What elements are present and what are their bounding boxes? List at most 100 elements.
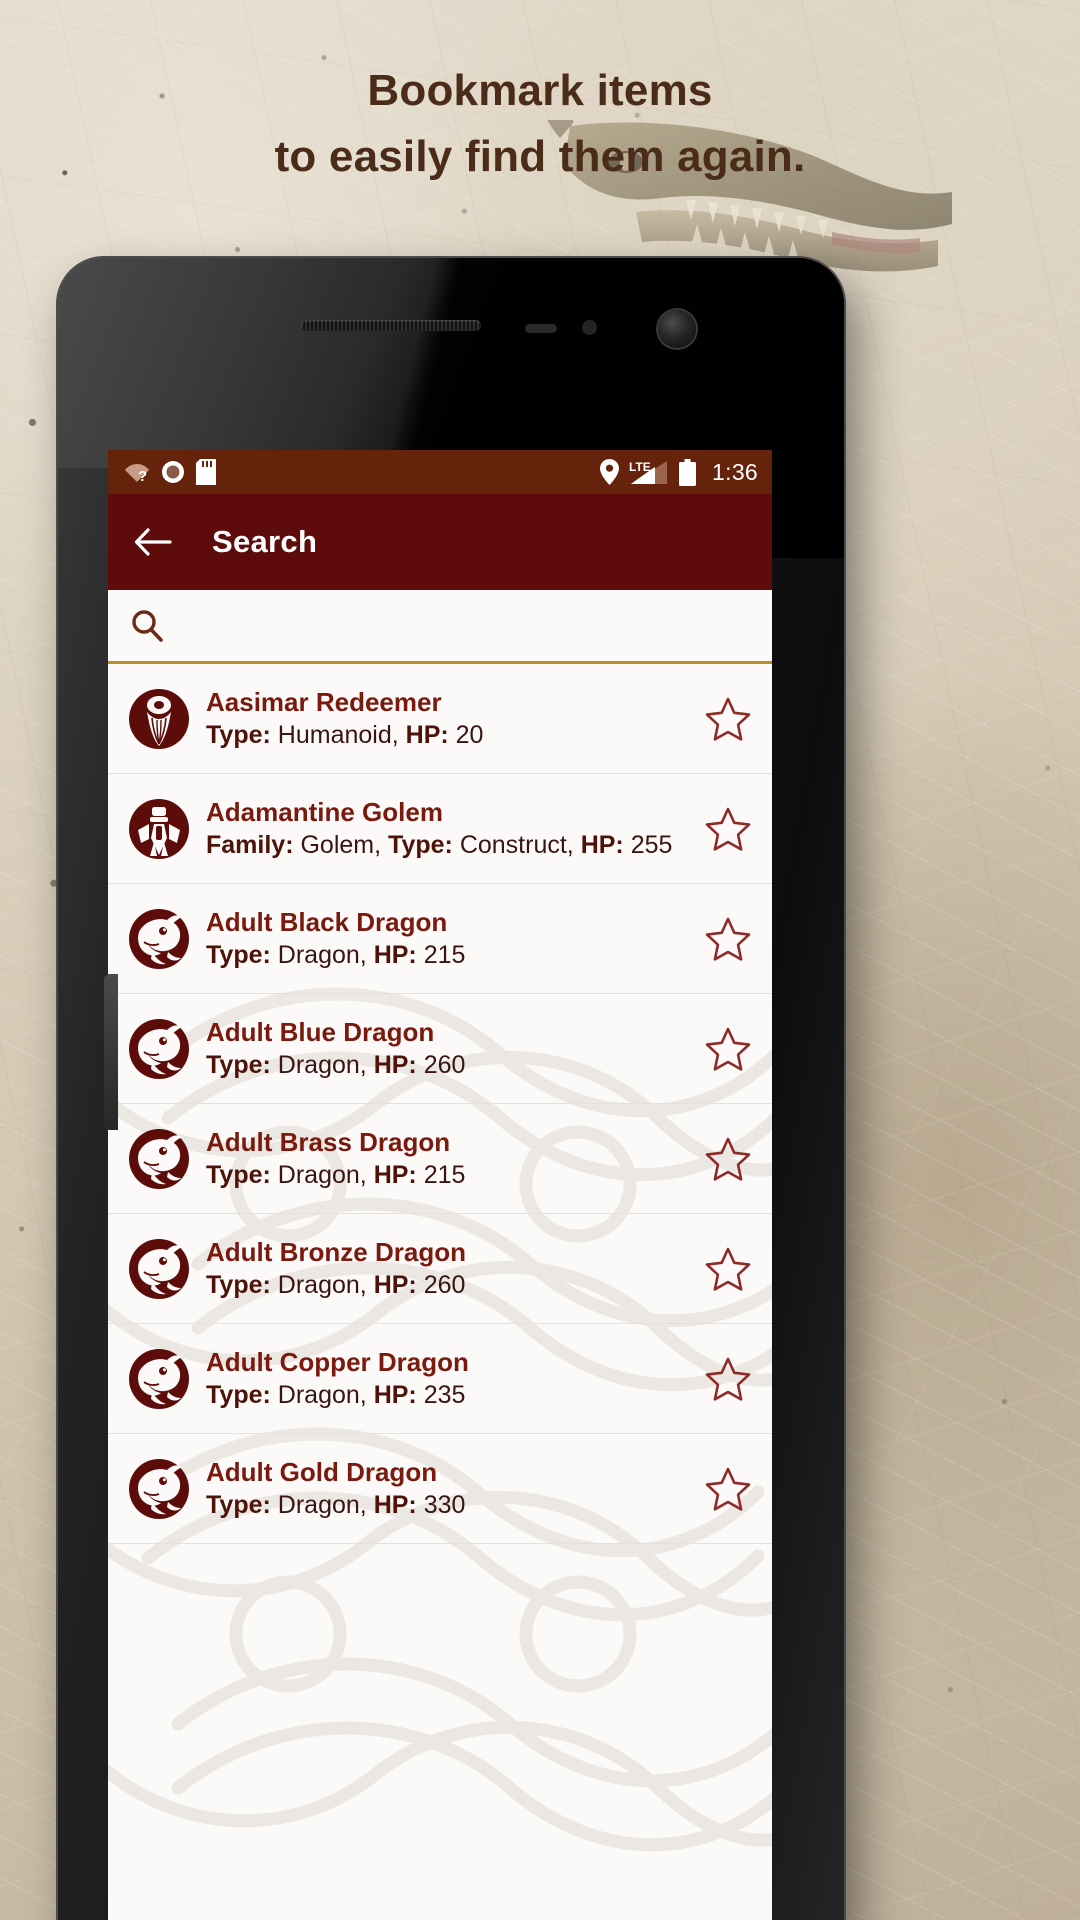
stat-label: Type:: [206, 940, 271, 969]
bookmark-star-icon[interactable]: [702, 803, 754, 855]
stat-label: Type:: [206, 1160, 271, 1189]
proximity-sensor-icon: [525, 324, 557, 333]
stat-label: HP:: [580, 830, 624, 859]
golem-emblem: [128, 798, 190, 860]
record-circle-icon: [162, 461, 184, 483]
page-title: Search: [212, 524, 318, 559]
stat-label: Type:: [206, 1270, 271, 1299]
stat-value: Dragon: [277, 1270, 360, 1299]
svg-text:?: ?: [138, 468, 147, 483]
row-text-block: Adult Black Dragon Type: Dragon, HP: 215: [206, 907, 692, 971]
stat-value: 260: [423, 1270, 466, 1299]
stat-value: 255: [630, 830, 673, 859]
stat-label: Type:: [206, 1050, 271, 1079]
row-text-block: Adult Copper Dragon Type: Dragon, HP: 235: [206, 1347, 692, 1411]
dragon-emblem: [128, 1128, 190, 1190]
stat-label: HP:: [373, 1490, 417, 1519]
dragon-emblem: [128, 1018, 190, 1080]
headline-line-2: to easily find them again.: [274, 132, 806, 181]
back-arrow-icon[interactable]: [134, 527, 172, 557]
table-row[interactable]: Adult Blue Dragon Type: Dragon, HP: 260: [108, 994, 772, 1104]
promo-headline: Bookmark items to easily find them again…: [0, 58, 1080, 190]
phone-mockup: ? LTE 1:36 Search Aasimar Redeemer Type:…: [58, 258, 844, 1920]
dragon-emblem: [128, 1348, 190, 1410]
row-text-block: Adult Bronze Dragon Type: Dragon, HP: 260: [206, 1237, 692, 1301]
creature-name: Adult Blue Dragon: [206, 1016, 435, 1047]
bookmark-star-icon[interactable]: [702, 1023, 754, 1075]
stat-label: Family:: [206, 830, 294, 859]
table-row[interactable]: Aasimar Redeemer Type: Humanoid, HP: 20: [108, 664, 772, 774]
search-results-list: Aasimar Redeemer Type: Humanoid, HP: 20 A…: [108, 664, 772, 1920]
stat-label: HP:: [405, 720, 449, 749]
row-text-block: Aasimar Redeemer Type: Humanoid, HP: 20: [206, 687, 692, 751]
dragon-emblem: [128, 1458, 190, 1520]
creature-stats: Type: Dragon, HP: 330: [206, 1490, 466, 1519]
creature-stats: Type: Humanoid, HP: 20: [206, 720, 484, 749]
stat-value: Dragon: [277, 1160, 360, 1189]
lte-label: LTE: [629, 460, 651, 474]
creature-stats: Type: Dragon, HP: 235: [206, 1380, 466, 1409]
stat-value: 215: [423, 940, 466, 969]
stat-label: Type:: [206, 1380, 271, 1409]
aasimar-emblem: [128, 688, 190, 750]
bookmark-star-icon[interactable]: [702, 1353, 754, 1405]
bookmark-star-icon[interactable]: [702, 1463, 754, 1515]
light-sensor-icon: [582, 320, 597, 335]
row-text-block: Adult Blue Dragon Type: Dragon, HP: 260: [206, 1017, 692, 1081]
volume-button[interactable]: [104, 974, 118, 1130]
stat-label: HP:: [373, 1160, 417, 1189]
stat-value: Humanoid: [277, 720, 392, 749]
stat-value: Dragon: [277, 1490, 360, 1519]
table-row[interactable]: Adult Brass Dragon Type: Dragon, HP: 215: [108, 1104, 772, 1214]
stat-label: HP:: [373, 1050, 417, 1079]
table-row[interactable]: Adult Gold Dragon Type: Dragon, HP: 330: [108, 1434, 772, 1544]
stat-value: Construct: [459, 830, 567, 859]
row-text-block: Adult Brass Dragon Type: Dragon, HP: 215: [206, 1127, 692, 1191]
status-bar-left-icons: ?: [124, 459, 216, 485]
stat-value: Dragon: [277, 940, 360, 969]
stat-label: Type:: [206, 720, 271, 749]
table-row[interactable]: Adamantine Golem Family: Golem, Type: Con…: [108, 774, 772, 884]
battery-full-icon: [679, 458, 697, 486]
headline-line-1: Bookmark items: [367, 66, 713, 115]
search-bar[interactable]: [108, 590, 772, 664]
creature-name: Adult Brass Dragon: [206, 1126, 451, 1157]
front-camera-icon: [658, 310, 696, 348]
table-row[interactable]: Adult Bronze Dragon Type: Dragon, HP: 260: [108, 1214, 772, 1324]
dragon-emblem: [128, 1238, 190, 1300]
phone-screen: ? LTE 1:36 Search Aasimar Redeemer Type:…: [108, 450, 772, 1920]
sd-card-icon: [196, 459, 216, 485]
result-rows: Aasimar Redeemer Type: Humanoid, HP: 20 A…: [108, 664, 772, 1544]
creature-stats: Type: Dragon, HP: 260: [206, 1270, 466, 1299]
stat-value: 330: [423, 1490, 466, 1519]
stat-value: 235: [423, 1380, 466, 1409]
bookmark-star-icon[interactable]: [702, 1243, 754, 1295]
creature-name: Aasimar Redeemer: [206, 686, 442, 717]
row-text-block: Adult Gold Dragon Type: Dragon, HP: 330: [206, 1457, 692, 1521]
stat-label: HP:: [373, 1380, 417, 1409]
search-input[interactable]: [180, 611, 772, 640]
status-bar-clock: 1:36: [712, 458, 758, 485]
stat-value: Dragon: [277, 1050, 360, 1079]
bookmark-star-icon[interactable]: [702, 1133, 754, 1185]
table-row[interactable]: Adult Black Dragon Type: Dragon, HP: 215: [108, 884, 772, 994]
creature-name: Adult Black Dragon: [206, 906, 448, 937]
wifi-unknown-icon: ?: [125, 464, 149, 483]
creature-stats: Type: Dragon, HP: 215: [206, 1160, 466, 1189]
creature-name: Adult Bronze Dragon: [206, 1236, 466, 1267]
stat-value: 215: [423, 1160, 466, 1189]
row-text-block: Adamantine Golem Family: Golem, Type: Con…: [206, 797, 692, 861]
stat-label: HP:: [373, 1270, 417, 1299]
status-bar-right-icons: LTE 1:36: [600, 458, 758, 486]
lte-signal-icon: LTE: [629, 460, 668, 484]
bookmark-star-icon[interactable]: [702, 913, 754, 965]
bookmark-star-icon[interactable]: [702, 693, 754, 745]
creature-name: Adult Gold Dragon: [206, 1456, 438, 1487]
location-pin-icon: [600, 459, 620, 485]
creature-name: Adamantine Golem: [206, 796, 443, 827]
creature-stats: Type: Dragon, HP: 215: [206, 940, 466, 969]
search-icon: [132, 609, 163, 642]
table-row[interactable]: Adult Copper Dragon Type: Dragon, HP: 235: [108, 1324, 772, 1434]
creature-stats: Type: Dragon, HP: 260: [206, 1050, 466, 1079]
status-bar: ? LTE 1:36: [108, 450, 772, 494]
